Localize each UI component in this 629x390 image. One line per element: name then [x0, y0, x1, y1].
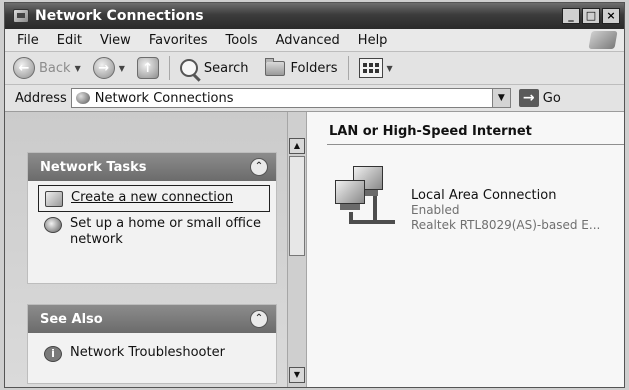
toolbar: ← Back ▼ → ▼ ↑ Search Folders ▼	[5, 52, 624, 85]
collapse-chevron-icon[interactable]: ⌃	[250, 310, 268, 328]
network-troubleshooter-label: Network Troubleshooter	[70, 345, 225, 360]
forward-dropdown-icon[interactable]: ▼	[119, 64, 125, 73]
menu-view[interactable]: View	[91, 33, 140, 48]
content-area: LAN or High-Speed Internet Local Area Co…	[307, 112, 624, 387]
back-button[interactable]: ← Back ▼	[9, 54, 89, 82]
scroll-down-button[interactable]: ▼	[289, 367, 305, 383]
menu-tools[interactable]: Tools	[217, 33, 267, 48]
views-dropdown-icon[interactable]: ▼	[387, 64, 393, 73]
network-tasks-header[interactable]: Network Tasks ⌃	[28, 153, 276, 181]
collapse-chevron-icon[interactable]: ⌃	[250, 158, 268, 176]
scroll-up-button[interactable]: ▲	[289, 138, 305, 154]
window-title: Network Connections	[35, 8, 204, 24]
forward-arrow-icon: →	[92, 57, 115, 79]
create-new-connection-link[interactable]: Create a new connection	[38, 185, 270, 212]
explorer-window: Network Connections _ □ × File Edit View…	[4, 2, 625, 388]
toolbar-separator	[347, 56, 349, 80]
see-also-panel: See Also ⌃ i Network Troubleshooter	[27, 304, 277, 384]
go-button[interactable]: → Go	[518, 89, 561, 107]
address-field[interactable]: Network Connections ▼	[70, 88, 511, 108]
menu-file[interactable]: File	[5, 33, 48, 48]
network-connections-icon	[75, 92, 90, 104]
menu-edit[interactable]: Edit	[48, 33, 91, 48]
up-folder-icon: ↑	[136, 57, 159, 79]
go-label: Go	[542, 90, 561, 106]
see-also-header[interactable]: See Also ⌃	[28, 305, 276, 333]
windows-logo-icon	[588, 31, 618, 49]
home-network-icon	[44, 217, 62, 233]
network-troubleshooter-link[interactable]: i Network Troubleshooter	[28, 333, 276, 364]
views-button[interactable]: ▼	[355, 54, 401, 82]
close-button[interactable]: ×	[602, 8, 620, 24]
minimize-button[interactable]: _	[562, 8, 580, 24]
connection-name: Local Area Connection	[411, 188, 557, 203]
search-label: Search	[203, 60, 249, 76]
back-label: Back	[39, 60, 71, 76]
network-tasks-panel: Network Tasks ⌃ Create a new connection …	[27, 152, 277, 284]
group-header: LAN or High-Speed Internet	[329, 124, 532, 139]
address-dropdown-icon[interactable]: ▼	[491, 89, 510, 107]
address-bar: Address Network Connections ▼ → Go	[5, 85, 624, 112]
home-network-setup-link[interactable]: Set up a home or small office network	[28, 212, 276, 250]
menu-advanced[interactable]: Advanced	[267, 33, 349, 48]
group-divider	[327, 144, 624, 145]
title-bar[interactable]: Network Connections _ □ ×	[5, 3, 624, 29]
menu-favorites[interactable]: Favorites	[140, 33, 217, 48]
caption-buttons: _ □ ×	[562, 8, 620, 24]
home-network-setup-label: Set up a home or small office network	[70, 216, 262, 247]
scroll-thumb[interactable]	[289, 156, 305, 256]
info-icon: i	[44, 346, 62, 362]
task-pane-scrollbar[interactable]: ▲ ▼	[287, 112, 307, 387]
lan-connection-icon	[331, 166, 401, 230]
network-tasks-title: Network Tasks	[40, 159, 147, 175]
new-connection-icon	[45, 191, 63, 207]
views-icon	[358, 58, 383, 78]
search-icon	[179, 59, 198, 77]
local-area-connection-item[interactable]: Local Area Connection Enabled Realtek RT…	[331, 158, 624, 248]
see-also-title: See Also	[40, 311, 103, 327]
back-arrow-icon: ←	[13, 57, 35, 79]
create-new-connection-label: Create a new connection	[71, 190, 234, 205]
connection-device: Realtek RTL8029(AS)-based E...	[411, 218, 601, 232]
folders-icon	[264, 57, 285, 76]
network-connections-icon	[13, 9, 29, 23]
connection-details: Local Area Connection Enabled Realtek RT…	[411, 188, 600, 233]
up-folder-button[interactable]: ↑	[133, 54, 163, 82]
toolbar-separator	[168, 56, 170, 80]
go-arrow-icon: →	[518, 89, 539, 107]
back-dropdown-icon[interactable]: ▼	[75, 64, 81, 73]
menu-bar: File Edit View Favorites Tools Advanced …	[5, 29, 624, 52]
search-button[interactable]: Search	[176, 54, 253, 82]
task-pane: Network Tasks ⌃ Create a new connection …	[5, 112, 287, 387]
menu-help[interactable]: Help	[349, 33, 397, 48]
address-value: Network Connections	[94, 90, 234, 106]
folders-button[interactable]: Folders	[261, 54, 342, 82]
folders-label: Folders	[290, 60, 338, 76]
address-label: Address	[15, 90, 67, 106]
maximize-button[interactable]: □	[582, 8, 600, 24]
connection-status: Enabled	[411, 203, 460, 217]
forward-button[interactable]: → ▼	[89, 54, 133, 82]
